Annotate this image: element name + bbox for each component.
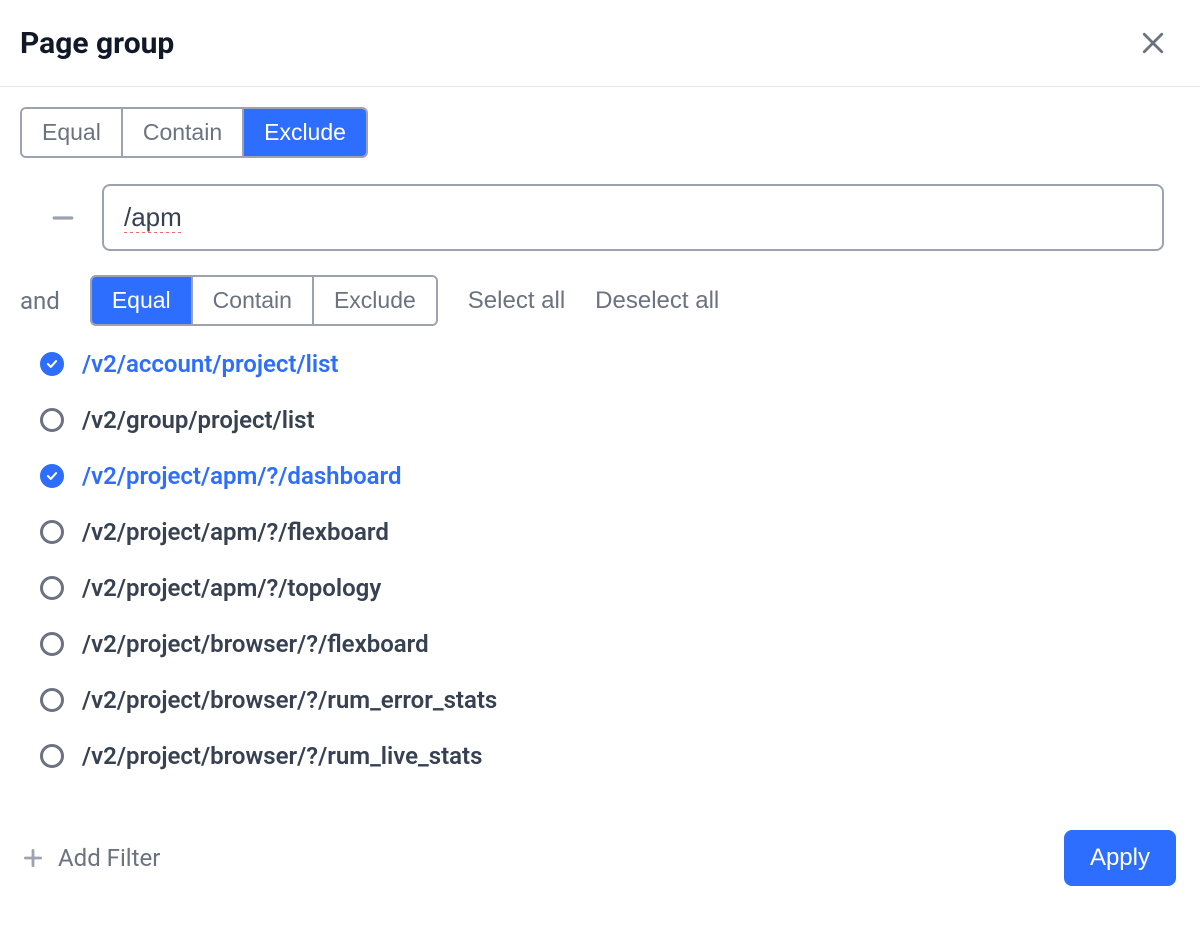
page-item-label: /v2/project/apm/?/flexboard [82, 518, 389, 546]
select-all-button[interactable]: Select all [468, 287, 565, 315]
filter2-exclude-button[interactable]: Exclude [314, 277, 436, 324]
page-item-label: /v2/project/browser/?/rum_error_stats [82, 686, 497, 714]
modal-title: Page group [20, 26, 174, 61]
minus-icon [48, 214, 78, 239]
page-item-label: /v2/group/project/list [82, 406, 315, 434]
filter2-equal-button[interactable]: Equal [92, 277, 193, 324]
page-item[interactable]: /v2/account/project/list [40, 350, 1180, 378]
page-group-modal: Page group Equal Contain Exclude and Equ… [0, 0, 1200, 925]
radio-icon [40, 520, 64, 544]
plus-icon [20, 845, 46, 871]
page-item-label: /v2/project/apm/?/dashboard [82, 462, 401, 490]
close-button[interactable] [1134, 24, 1172, 62]
page-item-label: /v2/project/browser/?/rum_live_stats [82, 742, 482, 770]
remove-filter-button[interactable] [20, 203, 78, 233]
close-icon [1138, 46, 1168, 61]
filter1-mode-group: Equal Contain Exclude [20, 107, 368, 158]
filter1-value-input[interactable] [102, 184, 1164, 251]
radio-icon [40, 744, 64, 768]
radio-icon [40, 632, 64, 656]
radio-icon [40, 576, 64, 600]
page-item-label: /v2/project/apm/?/topology [82, 574, 381, 602]
page-item[interactable]: /v2/project/browser/?/rum_error_stats [40, 686, 1180, 714]
page-item[interactable]: /v2/project/browser/?/rum_live_stats [40, 742, 1180, 770]
page-item[interactable]: /v2/group/project/list [40, 406, 1180, 434]
modal-body: Equal Contain Exclude and Equal Contain … [0, 87, 1200, 790]
check-circle-icon [40, 464, 64, 488]
radio-icon [40, 688, 64, 712]
add-filter-label: Add Filter [58, 844, 160, 872]
deselect-all-button[interactable]: Deselect all [595, 287, 719, 315]
modal-header: Page group [0, 0, 1200, 87]
apply-button[interactable]: Apply [1064, 830, 1176, 886]
page-item[interactable]: /v2/project/apm/?/topology [40, 574, 1180, 602]
check-circle-icon [40, 352, 64, 376]
page-item[interactable]: /v2/project/browser/?/flexboard [40, 630, 1180, 658]
modal-footer: Add Filter Apply [0, 830, 1200, 910]
filter1-exclude-button[interactable]: Exclude [244, 109, 366, 156]
filter2-mode-group: Equal Contain Exclude [90, 275, 438, 326]
filter2-row: and Equal Contain Exclude Select all Des… [20, 275, 1180, 326]
page-item[interactable]: /v2/project/apm/?/dashboard [40, 462, 1180, 490]
page-item[interactable]: /v2/project/apm/?/flexboard [40, 518, 1180, 546]
filter1-contain-button[interactable]: Contain [123, 109, 244, 156]
page-list: /v2/account/project/list/v2/group/projec… [20, 350, 1180, 770]
page-item-label: /v2/project/browser/?/flexboard [82, 630, 429, 658]
filter2-contain-button[interactable]: Contain [193, 277, 314, 324]
filter1-equal-button[interactable]: Equal [22, 109, 123, 156]
radio-icon [40, 408, 64, 432]
operator-label: and [20, 287, 60, 315]
filter1-input-row [20, 184, 1180, 251]
add-filter-button[interactable]: Add Filter [20, 844, 160, 872]
page-item-label: /v2/account/project/list [82, 350, 339, 378]
